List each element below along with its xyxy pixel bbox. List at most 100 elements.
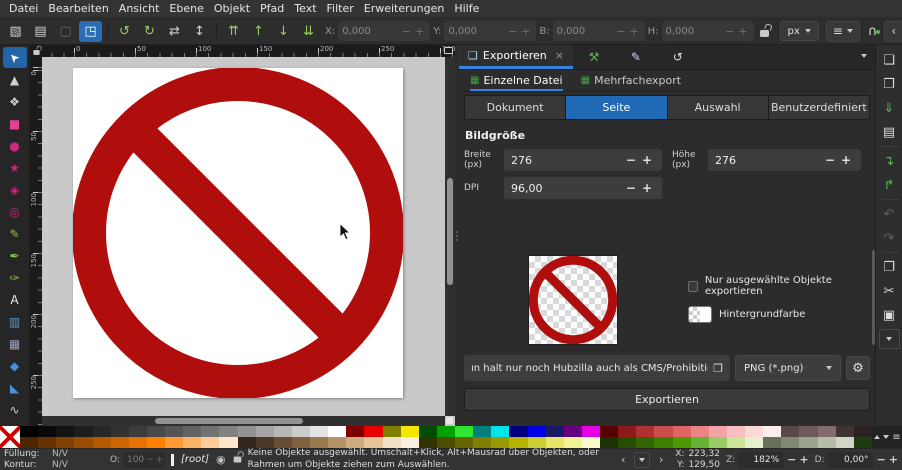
export-dpi-field[interactable]: 96,00−+ [504,177,662,199]
palette-swatch[interactable] [147,437,165,448]
minus-button[interactable]: − [623,153,639,167]
palette-swatch[interactable] [238,437,256,448]
area-auswahl-button[interactable]: Auswahl [668,95,769,120]
rotate-cw-icon[interactable]: ↻ [138,21,161,42]
node-tool[interactable]: ▲ [3,69,27,90]
palette-swatch[interactable] [56,437,74,448]
select-all-layers-icon[interactable]: ▤ [29,21,52,42]
open-document-icon[interactable]: ❒ [879,74,900,94]
flip-vertical-icon[interactable]: ↕ [188,21,211,42]
palette-swatch[interactable] [509,437,527,448]
width-field[interactable]: B:0,000−+ [539,21,644,41]
horizontal-ruler[interactable]: 050100150200250300 [42,45,455,57]
dialog-tab-history-icon[interactable]: ↺ [657,45,699,69]
vertical-scrollbar-thumb[interactable] [447,178,453,285]
plus-button[interactable]: + [639,153,655,167]
palette-swatch[interactable] [836,426,854,437]
display-units-icon[interactable] [444,47,453,54]
palette-swatch[interactable] [274,426,292,437]
lower-icon[interactable]: ↓ [272,21,295,42]
previous-page-button[interactable]: ‹ [615,452,631,468]
palette-swatch[interactable] [528,426,546,437]
palette-swatch[interactable] [673,426,691,437]
palette-swatch[interactable] [691,437,709,448]
palette-swatch[interactable] [854,437,872,448]
palette-swatch[interactable] [364,426,382,437]
plus-button[interactable]: + [736,25,749,38]
tab-exportieren[interactable]: ❏ Exportieren × [459,45,573,69]
menu-text[interactable]: Text [294,2,316,15]
rotate-ccw-icon[interactable]: ↺ [113,21,136,42]
vertical-ruler[interactable]: 050100150200250 [30,57,42,426]
menu-erweiterungen[interactable]: Erweiterungen [364,2,445,15]
layer-lock-icon[interactable] [233,457,241,463]
format-dropdown[interactable]: PNG (*.png) [735,355,841,381]
palette-swatch[interactable] [147,426,165,437]
menu-hilfe[interactable]: Hilfe [454,2,479,15]
filename-field[interactable]: ın halt nur noch Hubzilla auch als CMS/P… [464,355,730,381]
raise-icon[interactable]: ↑ [247,21,270,42]
palette-swatch[interactable] [346,426,364,437]
star-tool[interactable]: ★ [3,157,27,178]
palette-swatch[interactable] [38,437,56,448]
fill-stroke-indicator[interactable]: Füllung:N/V Kontur:N/V [4,449,104,470]
palette-swatch[interactable] [763,426,781,437]
mesh-gradient-tool[interactable]: ▦ [3,333,27,354]
minus-button[interactable]: − [822,153,838,167]
palette-swatch[interactable] [56,426,74,437]
palette-swatch[interactable] [292,437,310,448]
palette-swatch[interactable] [74,426,92,437]
gradient-tool[interactable]: ▥ [3,311,27,332]
box3d-tool[interactable]: ◈ [3,179,27,200]
palette-swatch[interactable] [491,426,509,437]
palette-swatch[interactable] [74,437,92,448]
height-field-input[interactable]: 0,000−+ [662,21,754,41]
minus-button[interactable]: − [614,25,627,38]
palette-swatch[interactable] [364,437,382,448]
text-tool[interactable]: A [3,289,27,310]
palette-swatch[interactable] [20,437,38,448]
palette-swatch[interactable] [383,437,401,448]
plus-button[interactable]: + [639,181,655,195]
plus-button[interactable]: + [838,153,854,167]
vertical-scrollbar[interactable] [445,57,455,416]
palette-swatch[interactable] [401,426,419,437]
scrollbar-corner-button[interactable] [446,417,453,424]
palette-scroll-up-icon[interactable] [874,435,880,439]
palette-swatch[interactable] [564,426,582,437]
palette-swatch[interactable] [165,437,183,448]
palette-swatch[interactable] [709,437,727,448]
minus-button[interactable]: − [623,181,639,195]
palette-swatch[interactable] [129,437,147,448]
rotation-control[interactable]: D: 0,00° − + [815,452,898,468]
palette-swatch[interactable] [618,426,636,437]
raise-to-top-icon[interactable]: ⇈ [222,21,245,42]
snap-toggle-icon[interactable]: ∩ [868,24,878,39]
palette-swatch[interactable] [636,437,654,448]
palette-swatch[interactable] [401,437,419,448]
palette-swatch[interactable] [129,426,147,437]
no-color-swatch[interactable] [0,426,20,448]
chevron-down-icon[interactable] [861,54,867,58]
palette-swatch[interactable] [691,426,709,437]
menu-ebene[interactable]: Ebene [169,2,203,15]
palette-swatch[interactable] [165,426,183,437]
palette-menu-icon[interactable]: ≡ [892,432,899,443]
background-color-swatch[interactable] [688,306,712,323]
flip-horizontal-icon[interactable]: ⇄ [163,21,186,42]
lock-ratio-icon[interactable] [760,22,769,40]
dropper-tool[interactable]: ◆ [3,355,27,376]
paint-bucket-tool[interactable]: ◣ [3,377,27,398]
palette-swatch[interactable] [183,426,201,437]
prohibition-sign[interactable] [73,68,403,398]
menu-bearbeiten[interactable]: Bearbeiten [48,2,108,15]
next-page-button[interactable]: › [653,452,669,468]
palette-swatch[interactable] [20,426,38,437]
palette-swatch[interactable] [509,426,527,437]
current-layer-dropdown[interactable]: [root] [181,454,209,465]
palette-swatch[interactable] [383,426,401,437]
palette-swatch[interactable] [636,426,654,437]
palette-swatch[interactable] [219,437,237,448]
palette-swatch[interactable] [582,426,600,437]
minus-button[interactable]: − [400,25,413,38]
